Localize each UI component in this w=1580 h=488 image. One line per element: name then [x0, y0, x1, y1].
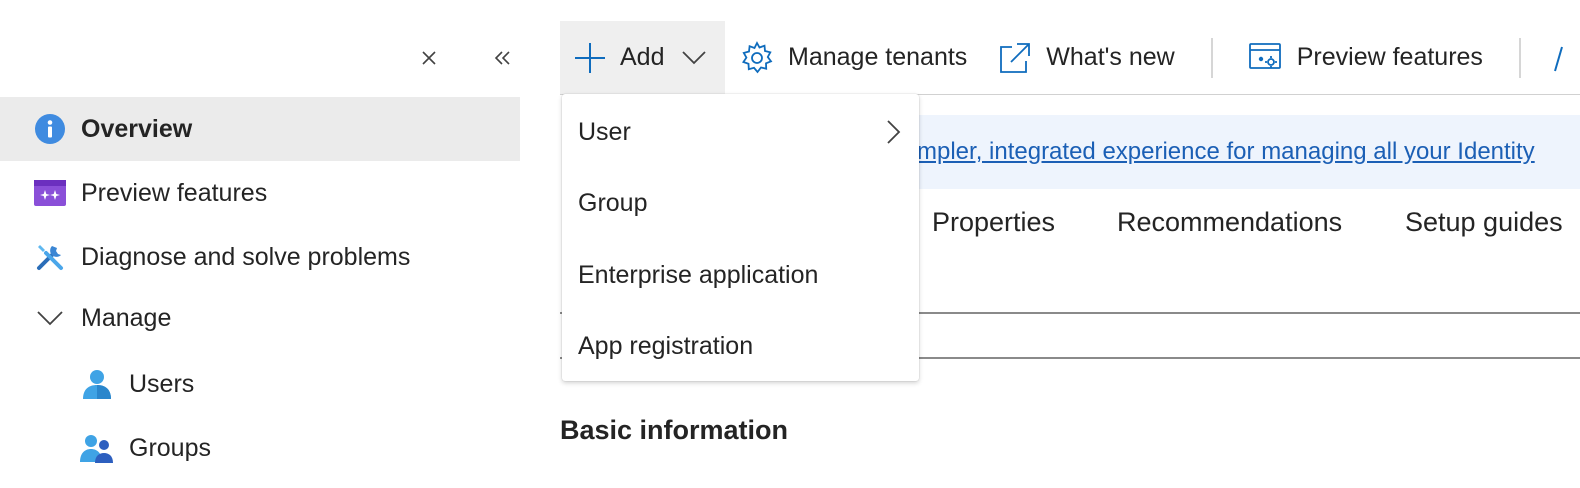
- menu-item-label: Enterprise application: [578, 260, 819, 289]
- azure-portal-page: Overview Preview features Diagnose and s…: [0, 0, 1580, 488]
- nav-controls: [412, 40, 520, 76]
- banner-link[interactable]: mpler, integrated experience for managin…: [917, 138, 1535, 166]
- whats-new-button[interactable]: What's new: [998, 21, 1175, 94]
- preview-features-icon: [33, 177, 67, 209]
- close-icon: [422, 51, 436, 65]
- info-icon: [33, 113, 67, 145]
- manage-tenants-button[interactable]: Manage tenants: [740, 21, 967, 94]
- chevron-down-icon: [33, 302, 67, 334]
- nav-item-label: Preview features: [81, 178, 268, 207]
- open-external-icon: [998, 41, 1032, 75]
- plus-icon: [574, 42, 606, 74]
- nav-item-diagnose[interactable]: Diagnose and solve problems: [0, 225, 520, 289]
- add-button-label: Add: [620, 43, 665, 71]
- preview-settings-icon: [1248, 42, 1283, 74]
- group-icon: [80, 432, 114, 464]
- nav-item-preview-features[interactable]: Preview features: [0, 161, 520, 225]
- tab-recommendations[interactable]: Recommendations: [1117, 207, 1342, 238]
- add-button[interactable]: Add: [560, 21, 725, 94]
- command-bar: Add Manage tenants What's new Preview fe…: [560, 21, 1563, 94]
- add-dropdown-menu: User Group Enterprise application App re…: [562, 94, 919, 381]
- preview-features-button[interactable]: Preview features: [1248, 21, 1483, 94]
- menu-item-app-registration[interactable]: App registration: [562, 310, 919, 382]
- nav-item-label: Users: [129, 369, 195, 398]
- preview-features-label: Preview features: [1296, 43, 1483, 71]
- wrench-screwdriver-icon: [33, 241, 67, 273]
- nav-item-label: Diagnose and solve problems: [81, 242, 411, 271]
- nav-item-label: Groups: [129, 433, 211, 462]
- next-toolbar-button-partial[interactable]: [1553, 21, 1563, 94]
- section-title: Basic information: [560, 415, 789, 445]
- toolbar-separator: [1518, 37, 1521, 78]
- tab-properties[interactable]: Properties: [932, 207, 1055, 238]
- collapse-nav-button[interactable]: [486, 40, 520, 76]
- nav-item-label: Manage: [81, 303, 172, 332]
- nav-item-users[interactable]: Users: [0, 352, 520, 416]
- gear-icon: [740, 40, 774, 75]
- menu-item-label: User: [578, 117, 631, 146]
- user-icon: [80, 368, 114, 400]
- nav-item-overview[interactable]: Overview: [0, 97, 520, 161]
- chevron-down-icon: [682, 50, 707, 65]
- whats-new-label: What's new: [1046, 43, 1175, 71]
- menu-item-enterprise-application[interactable]: Enterprise application: [562, 239, 919, 311]
- nav-item-groups[interactable]: Groups: [0, 416, 520, 480]
- menu-item-label: App registration: [578, 331, 754, 360]
- double-chevron-left-icon: [494, 51, 510, 65]
- manage-tenants-label: Manage tenants: [788, 43, 968, 71]
- menu-item-group[interactable]: Group: [562, 167, 919, 239]
- nav-item-label: Overview: [81, 114, 193, 143]
- menu-item-user[interactable]: User: [562, 96, 919, 168]
- nav-group-manage[interactable]: Manage: [0, 286, 520, 350]
- toolbar-separator: [1210, 37, 1213, 78]
- partial-icon: [1553, 43, 1563, 73]
- chevron-right-icon: [887, 120, 901, 151]
- close-button[interactable]: [412, 40, 446, 76]
- menu-item-label: Group: [578, 188, 648, 217]
- tab-setup-guides[interactable]: Setup guides: [1405, 207, 1563, 238]
